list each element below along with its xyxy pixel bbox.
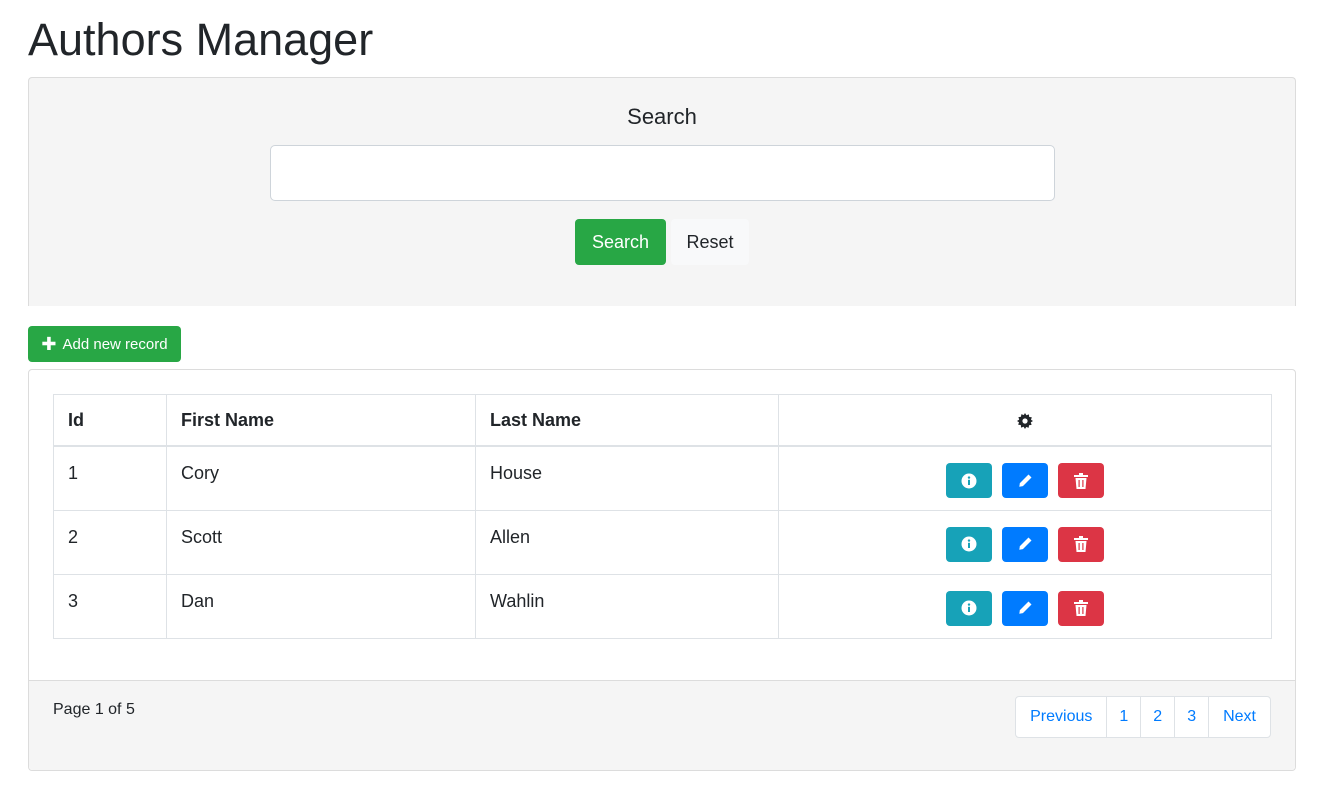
column-header-id: Id xyxy=(53,394,167,447)
cell-actions xyxy=(778,509,1272,575)
reset-button[interactable]: Reset xyxy=(671,219,749,265)
table-row: 3 Dan Wahlin xyxy=(53,573,1272,639)
column-header-last-name: Last Name xyxy=(475,394,779,447)
cell-id: 1 xyxy=(53,445,167,511)
table-card: Id First Name Last Name 1 Cory House 2 S… xyxy=(28,369,1296,771)
info-icon xyxy=(961,536,977,552)
info-icon xyxy=(961,473,977,488)
pagination-next[interactable]: Next xyxy=(1208,697,1270,737)
trash-icon xyxy=(1074,472,1088,489)
delete-button[interactable] xyxy=(1058,463,1104,498)
column-header-first-name: First Name xyxy=(166,394,476,447)
cell-id: 2 xyxy=(53,509,167,575)
search-label: Search xyxy=(627,104,697,129)
cell-first-name: Dan xyxy=(166,573,476,639)
add-new-record-button[interactable]: ✚ Add new record xyxy=(28,326,181,362)
pagination-page-3[interactable]: 3 xyxy=(1174,697,1208,737)
plus-icon: ✚ xyxy=(41,334,57,354)
column-header-actions xyxy=(778,394,1272,447)
edit-button[interactable] xyxy=(1002,463,1048,498)
gear-icon xyxy=(1017,412,1033,429)
pagination-page-1[interactable]: 1 xyxy=(1106,697,1140,737)
search-button[interactable]: Search xyxy=(575,219,666,265)
pagination-previous[interactable]: Previous xyxy=(1016,697,1106,737)
table-header-row: Id First Name Last Name xyxy=(53,394,1272,447)
cell-id: 3 xyxy=(53,573,167,639)
search-panel: Search Search Reset xyxy=(28,77,1296,306)
page-info: Page 1 of 5 xyxy=(53,701,135,718)
cell-last-name: Allen xyxy=(475,509,779,575)
edit-button[interactable] xyxy=(1002,526,1048,562)
pagination-page-2[interactable]: 2 xyxy=(1140,697,1174,737)
pencil-icon xyxy=(1019,537,1032,550)
trash-icon xyxy=(1074,536,1088,552)
pencil-icon xyxy=(1019,474,1032,487)
search-input[interactable] xyxy=(270,145,1055,201)
info-button[interactable] xyxy=(946,526,992,562)
delete-button[interactable] xyxy=(1058,590,1104,626)
edit-button[interactable] xyxy=(1002,590,1048,626)
page-title: Authors Manager xyxy=(28,14,374,65)
cell-actions xyxy=(778,573,1272,639)
table-row: 1 Cory House xyxy=(53,445,1272,511)
info-icon xyxy=(961,600,977,616)
cell-actions xyxy=(778,445,1272,511)
info-button[interactable] xyxy=(946,590,992,626)
pencil-icon xyxy=(1019,601,1032,614)
authors-table: Id First Name Last Name 1 Cory House 2 S… xyxy=(53,394,1272,639)
table-footer: Page 1 of 5 Previous 1 2 3 Next xyxy=(29,680,1295,770)
delete-button[interactable] xyxy=(1058,526,1104,562)
add-new-record-label: Add new record xyxy=(62,335,168,353)
cell-last-name: House xyxy=(475,445,779,511)
trash-icon xyxy=(1074,600,1088,616)
cell-first-name: Cory xyxy=(166,445,476,511)
info-button[interactable] xyxy=(946,463,992,498)
pagination: Previous 1 2 3 Next xyxy=(1015,696,1271,738)
cell-first-name: Scott xyxy=(166,509,476,575)
cell-last-name: Wahlin xyxy=(475,573,779,639)
table-row: 2 Scott Allen xyxy=(53,509,1272,575)
